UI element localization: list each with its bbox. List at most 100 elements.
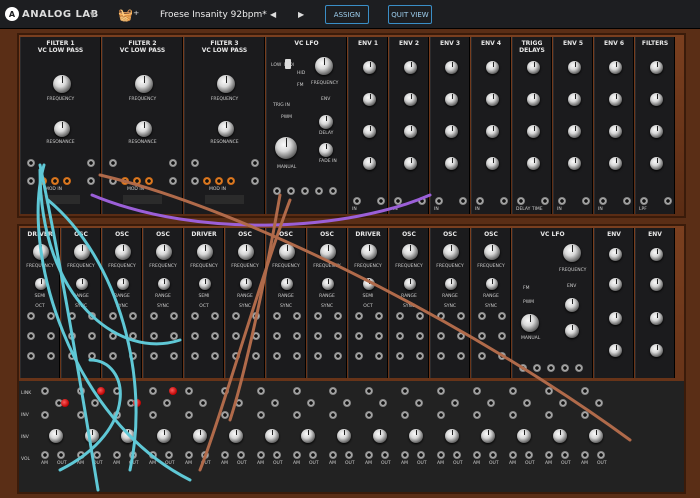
mod-jack[interactable] xyxy=(39,177,47,185)
jack[interactable] xyxy=(375,352,383,360)
assign-button[interactable]: ASSIGN xyxy=(325,5,369,24)
jack[interactable] xyxy=(498,332,506,340)
env-knob[interactable] xyxy=(445,157,458,170)
inv-jack[interactable] xyxy=(595,399,603,407)
manual-knob[interactable] xyxy=(275,137,297,159)
jack[interactable] xyxy=(88,312,96,320)
link-jack[interactable] xyxy=(437,387,445,395)
vol-knob[interactable] xyxy=(229,429,243,443)
jack[interactable] xyxy=(293,411,301,419)
jack[interactable] xyxy=(169,177,177,185)
jack[interactable] xyxy=(478,332,486,340)
jack[interactable] xyxy=(498,352,506,360)
jack[interactable] xyxy=(191,352,199,360)
link-jack[interactable] xyxy=(329,387,337,395)
am-jack[interactable] xyxy=(401,451,409,459)
frequency-knob[interactable] xyxy=(156,244,172,260)
jack[interactable] xyxy=(252,312,260,320)
jack[interactable] xyxy=(519,364,527,372)
in-jack[interactable] xyxy=(599,197,607,205)
jack[interactable] xyxy=(109,177,117,185)
env-knob[interactable] xyxy=(609,248,622,261)
jack[interactable] xyxy=(547,364,555,372)
jack[interactable] xyxy=(457,352,465,360)
jack[interactable] xyxy=(149,411,157,419)
jack[interactable] xyxy=(221,411,229,419)
env-knob[interactable] xyxy=(404,93,417,106)
env-knob[interactable] xyxy=(568,61,581,74)
jack[interactable] xyxy=(375,332,383,340)
jack[interactable] xyxy=(191,177,199,185)
link-jack[interactable] xyxy=(473,387,481,395)
jack[interactable] xyxy=(257,411,265,419)
frequency-knob[interactable] xyxy=(33,244,49,260)
env-knob[interactable] xyxy=(609,344,622,357)
jack[interactable] xyxy=(457,312,465,320)
jack[interactable] xyxy=(533,364,541,372)
range-knob[interactable] xyxy=(404,278,416,290)
link-jack[interactable] xyxy=(257,387,265,395)
link-jack[interactable] xyxy=(41,387,49,395)
jack[interactable] xyxy=(293,352,301,360)
link-jack[interactable] xyxy=(149,387,157,395)
jack[interactable] xyxy=(314,332,322,340)
frequency-knob[interactable] xyxy=(216,75,235,93)
inv-jack[interactable] xyxy=(523,399,531,407)
jack[interactable] xyxy=(191,332,199,340)
next-preset-icon[interactable]: ▶ xyxy=(298,0,304,29)
env-knob[interactable] xyxy=(363,93,376,106)
in-jack[interactable] xyxy=(517,197,525,205)
link-led[interactable] xyxy=(169,387,177,395)
range-knob[interactable] xyxy=(158,278,170,290)
jack[interactable] xyxy=(170,312,178,320)
vol-knob[interactable] xyxy=(85,429,99,443)
jack[interactable] xyxy=(329,411,337,419)
fade-in-knob[interactable] xyxy=(319,143,333,157)
env-knob[interactable] xyxy=(527,61,540,74)
jack[interactable] xyxy=(365,411,373,419)
out-jack[interactable] xyxy=(417,451,425,459)
jack[interactable] xyxy=(232,352,240,360)
manual-knob[interactable] xyxy=(521,314,539,332)
env-knob[interactable] xyxy=(609,157,622,170)
am-jack[interactable] xyxy=(77,451,85,459)
jack[interactable] xyxy=(47,332,55,340)
jack[interactable] xyxy=(355,312,363,320)
jack[interactable] xyxy=(68,312,76,320)
frequency-knob[interactable] xyxy=(402,244,418,260)
env-knob[interactable] xyxy=(404,157,417,170)
env-knob[interactable] xyxy=(527,157,540,170)
out-jack[interactable] xyxy=(623,197,631,205)
env-knob[interactable] xyxy=(650,248,663,261)
lfo-frequency-knob[interactable] xyxy=(563,244,581,262)
delay-knob[interactable] xyxy=(565,298,579,312)
link-led[interactable] xyxy=(97,387,105,395)
env-knob[interactable] xyxy=(650,93,663,106)
frequency-knob[interactable] xyxy=(74,244,90,260)
inv-jack[interactable] xyxy=(235,399,243,407)
mod-jack[interactable] xyxy=(203,177,211,185)
jack[interactable] xyxy=(47,352,55,360)
link-jack[interactable] xyxy=(185,387,193,395)
frequency-knob[interactable] xyxy=(52,75,71,93)
out-jack[interactable] xyxy=(500,197,508,205)
env-knob[interactable] xyxy=(609,93,622,106)
jack[interactable] xyxy=(273,352,281,360)
link-led[interactable] xyxy=(133,399,141,407)
env-knob[interactable] xyxy=(527,93,540,106)
range-knob[interactable] xyxy=(281,278,293,290)
jack[interactable] xyxy=(273,332,281,340)
vol-knob[interactable] xyxy=(373,429,387,443)
jack[interactable] xyxy=(375,312,383,320)
jack[interactable] xyxy=(273,312,281,320)
env-knob[interactable] xyxy=(568,125,581,138)
fade-in-knob[interactable] xyxy=(565,324,579,338)
mod-jack[interactable] xyxy=(215,177,223,185)
vol-knob[interactable] xyxy=(121,429,135,443)
frequency-knob[interactable] xyxy=(134,75,153,93)
jack[interactable] xyxy=(293,332,301,340)
delay-knob[interactable] xyxy=(319,115,333,129)
jack[interactable] xyxy=(150,312,158,320)
link-jack[interactable] xyxy=(581,387,589,395)
store-basket-icon[interactable]: 🧺⁺ xyxy=(118,0,139,29)
